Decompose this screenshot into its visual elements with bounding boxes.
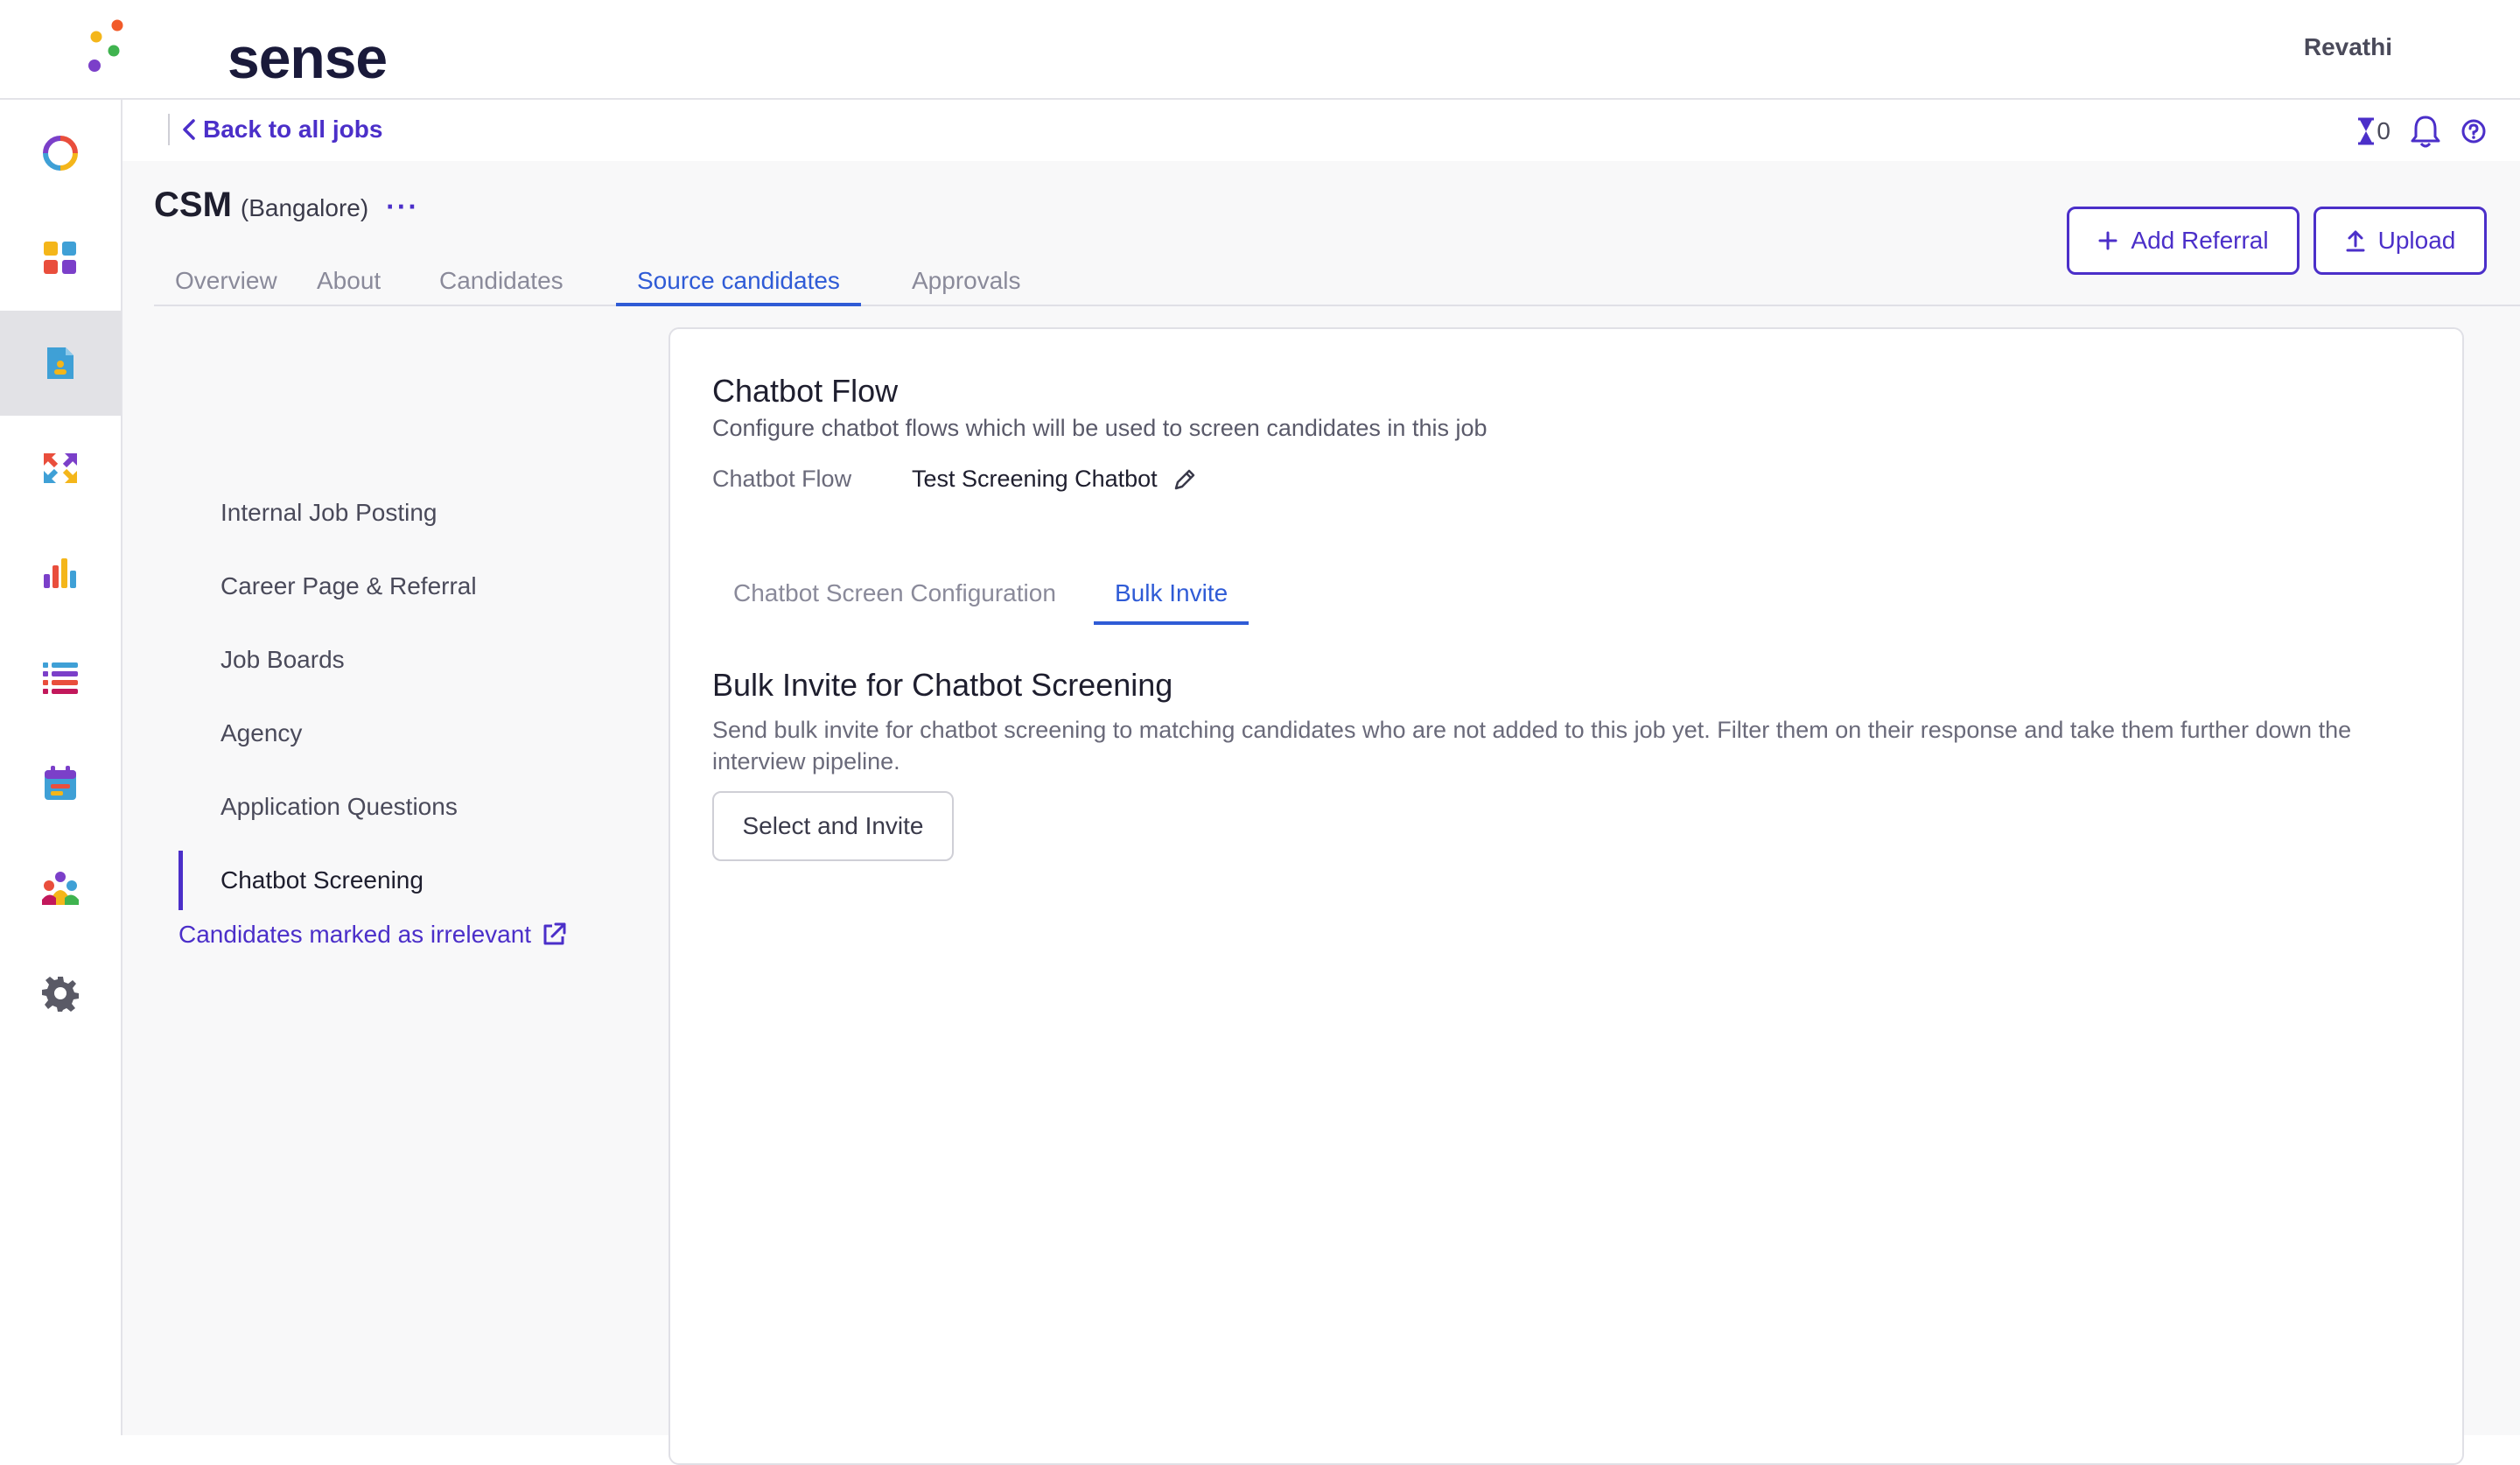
add-referral-button[interactable]: Add Referral <box>2067 207 2300 275</box>
sense-logo[interactable]: sense <box>84 18 388 90</box>
submenu-chatbot-screening[interactable]: Chatbot Screening <box>220 863 424 898</box>
chatbot-flow-label: Chatbot Flow <box>712 466 852 492</box>
select-and-invite-button[interactable]: Select and Invite <box>712 791 954 861</box>
team-icon <box>42 872 79 905</box>
submenu-application-questions[interactable]: Application Questions <box>220 789 458 824</box>
add-referral-label: Add Referral <box>2131 227 2269 254</box>
rail-item-jobs[interactable] <box>0 311 121 416</box>
upload-label: Upload <box>2377 227 2456 254</box>
user-name[interactable]: Revathi <box>2304 33 2392 61</box>
upload-icon <box>2346 230 2365 252</box>
submenu-job-boards[interactable]: Job Boards <box>220 642 345 677</box>
submenu-career-page-referral[interactable]: Career Page & Referral <box>220 569 477 604</box>
card-description: Configure chatbot flows which will be us… <box>712 415 1488 441</box>
rail-item-calendar[interactable] <box>0 731 121 836</box>
job-location: (Bangalore) <box>240 194 369 221</box>
submenu-agency[interactable]: Agency <box>220 716 302 751</box>
source-submenu: Internal Job Posting Career Page & Refer… <box>122 306 665 1435</box>
external-link-icon <box>543 922 566 945</box>
rail-item-lists[interactable] <box>0 626 121 731</box>
back-divider <box>168 114 170 145</box>
calendar-icon <box>45 766 76 800</box>
rail-item-sourcing[interactable] <box>0 416 121 521</box>
job-title: CSM (Bangalore) ··· <box>154 186 419 225</box>
settings-icon <box>42 977 79 1012</box>
bell-icon[interactable] <box>2410 114 2441 149</box>
tab-source-candidates[interactable]: Source candidates <box>616 252 861 306</box>
tab-chatbot-screen-configuration[interactable]: Chatbot Screen Configuration <box>712 565 1077 625</box>
edit-pencil-icon[interactable] <box>1172 466 1198 493</box>
logo-text: sense <box>228 25 388 90</box>
back-bar: Back to all jobs 0 <box>122 100 2520 161</box>
tab-approvals[interactable]: Approvals <box>891 252 1042 305</box>
rail-item-analytics[interactable] <box>0 521 121 626</box>
chatbot-flow-name: Test Screening Chatbot <box>912 466 1158 492</box>
card-title: Chatbot Flow <box>712 373 899 409</box>
left-icon-rail <box>0 100 122 1435</box>
hourglass-icon <box>2358 117 2375 145</box>
dashboard-icon <box>44 242 76 274</box>
bulk-invite-description: Send bulk invite for chatbot screening t… <box>712 717 2352 775</box>
irrelevant-candidates-link[interactable]: Candidates marked as irrelevant <box>178 921 568 949</box>
submenu-internal-job-posting[interactable]: Internal Job Posting <box>220 495 438 530</box>
hourglass-count: 0 <box>2376 117 2390 144</box>
rail-item-dashboard[interactable] <box>0 206 121 311</box>
rail-item-home[interactable] <box>0 101 121 206</box>
rail-item-team[interactable] <box>0 836 121 941</box>
upload-button[interactable]: Upload <box>2314 207 2487 275</box>
more-options-icon[interactable]: ··· <box>386 191 419 223</box>
tab-overview[interactable]: Overview <box>154 252 298 305</box>
top-header: sense Revathi <box>0 0 2520 100</box>
ring-icon <box>43 136 78 171</box>
tab-bulk-invite[interactable]: Bulk Invite <box>1094 565 1250 625</box>
plus-icon <box>2098 231 2118 250</box>
rail-item-settings[interactable] <box>0 941 121 1046</box>
submenu-active-indicator <box>178 851 183 910</box>
top-actions: 0 <box>2356 112 2487 151</box>
job-name: CSM <box>154 186 232 224</box>
chevron-left-icon <box>183 119 195 140</box>
irrelevant-link-label: Candidates marked as irrelevant <box>178 921 532 948</box>
list-icon <box>43 662 78 694</box>
tab-about[interactable]: About <box>296 252 402 305</box>
jobs-icon <box>47 347 74 379</box>
sourcing-icon <box>44 453 77 483</box>
chatbot-inner-tabs: Chatbot Screen Configuration Bulk Invite <box>712 565 1325 627</box>
chatbot-flow-card: Chatbot Flow Configure chatbot flows whi… <box>668 327 2464 1465</box>
logo-dots-icon <box>88 19 123 72</box>
back-label: Back to all jobs <box>203 116 383 143</box>
main-area: Back to all jobs 0 CSM (Bangalore) ··· O… <box>122 100 2520 1465</box>
pending-tasks[interactable]: 0 <box>2356 117 2390 145</box>
chatbot-flow-value: Test Screening Chatbot <box>912 466 1198 493</box>
back-to-jobs-link[interactable]: Back to all jobs <box>180 112 382 147</box>
tab-candidates[interactable]: Candidates <box>418 252 584 305</box>
help-icon[interactable] <box>2460 118 2487 144</box>
bulk-invite-title: Bulk Invite for Chatbot Screening <box>712 667 1173 703</box>
analytics-icon <box>44 558 76 588</box>
